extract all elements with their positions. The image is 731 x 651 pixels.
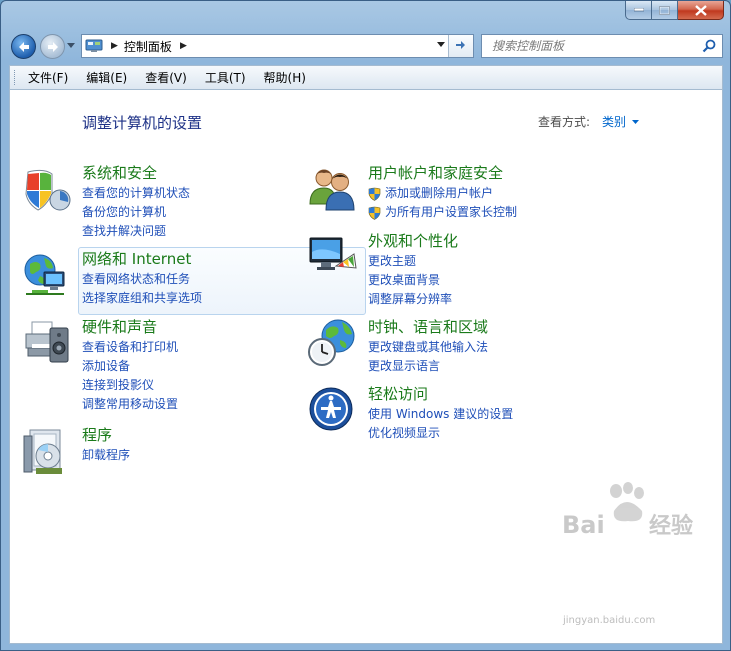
maximize-button[interactable] xyxy=(652,1,678,20)
link-view-network-status[interactable]: 查看网络状态和任务 xyxy=(82,270,202,289)
category-ease-of-access: 轻松访问 使用 Windows 建议的设置 优化视频显示 xyxy=(306,383,636,443)
category-clock-language-region: 时钟、语言和区域 更改键盘或其他输入法 更改显示语言 xyxy=(306,316,636,378)
link-parental-controls[interactable]: 为所有用户设置家长控制 xyxy=(368,203,517,222)
link-change-display-language[interactable]: 更改显示语言 xyxy=(368,357,488,376)
breadcrumb-separator-icon[interactable]: ▶ xyxy=(180,41,187,51)
link-add-remove-accounts-label: 添加或删除用户帐户 xyxy=(385,186,494,200)
link-screen-resolution[interactable]: 调整屏幕分辨率 xyxy=(368,290,452,309)
programs-icon[interactable] xyxy=(22,426,72,476)
menu-bar: 文件(F) 编辑(E) 查看(V) 工具(T) 帮助(H) xyxy=(9,65,723,90)
maximize-icon xyxy=(659,5,670,15)
address-dropdown-icon[interactable] xyxy=(437,42,445,47)
category-user-accounts: 用户帐户和家庭安全 添加或删除用户帐户 为所有用户设置家长控制 xyxy=(306,162,636,224)
search-icon[interactable] xyxy=(702,39,716,53)
forward-button[interactable] xyxy=(40,34,65,59)
category-network-internet-content: 网络和 Internet 查看网络状态和任务 选择家庭组和共享选项 xyxy=(20,248,300,314)
category-appearance: 外观和个性化 更改主题 更改桌面背景 调整屏幕分辨率 xyxy=(306,230,636,308)
view-by-label: 查看方式: xyxy=(538,115,591,129)
link-homegroup-sharing[interactable]: 选择家庭组和共享选项 xyxy=(82,289,202,308)
link-view-computer-status[interactable]: 查看您的计算机状态 xyxy=(82,184,190,203)
baidu-watermark-logo: Bai 经验 xyxy=(562,482,693,539)
minimize-icon xyxy=(633,8,644,12)
link-change-keyboard[interactable]: 更改键盘或其他输入法 xyxy=(368,338,488,357)
link-mobility-settings[interactable]: 调整常用移动设置 xyxy=(82,395,178,414)
page-title: 调整计算机的设置 xyxy=(82,114,203,132)
close-button[interactable] xyxy=(678,1,724,20)
link-optimize-display[interactable]: 优化视频显示 xyxy=(368,424,513,443)
ease-of-access-icon[interactable] xyxy=(308,385,358,435)
category-title-programs[interactable]: 程序 xyxy=(82,424,112,445)
menu-help[interactable]: 帮助(H) xyxy=(256,69,314,86)
clock-globe-icon[interactable] xyxy=(308,318,358,368)
link-change-theme[interactable]: 更改主题 xyxy=(368,252,452,271)
refresh-button[interactable] xyxy=(448,35,473,57)
minimize-button[interactable] xyxy=(625,1,652,20)
link-uninstall-program[interactable]: 卸载程序 xyxy=(82,446,130,465)
control-panel-icon xyxy=(85,39,103,52)
category-title-clock-language[interactable]: 时钟、语言和区域 xyxy=(368,316,488,337)
watermark-url: jingyan.baidu.com xyxy=(563,615,656,626)
menu-view[interactable]: 查看(V) xyxy=(137,69,195,86)
category-programs: 程序 卸载程序 xyxy=(20,424,300,484)
link-connect-projector[interactable]: 连接到投影仪 xyxy=(82,376,178,395)
category-title-user-accounts[interactable]: 用户帐户和家庭安全 xyxy=(368,162,503,183)
category-hardware-sound: 硬件和声音 查看设备和打印机 添加设备 连接到投影仪 调整常用移动设置 xyxy=(20,316,300,412)
close-icon xyxy=(694,4,707,16)
printer-icon[interactable] xyxy=(22,318,72,368)
control-panel-window: ▶ 控制面板 ▶ 文件(F) 编辑(E) 查看(V) 工具(T) 帮助(H xyxy=(0,0,731,651)
menu-file[interactable]: 文件(F) xyxy=(20,69,76,86)
search-box[interactable] xyxy=(481,34,723,58)
back-arrow-icon xyxy=(19,42,29,52)
uac-shield-icon xyxy=(368,187,381,201)
globe-network-icon[interactable] xyxy=(22,250,72,300)
back-button[interactable] xyxy=(11,34,36,59)
menu-edit[interactable]: 编辑(E) xyxy=(78,69,135,86)
navigation-bar: ▶ 控制面板 ▶ xyxy=(9,31,723,61)
category-title-appearance[interactable]: 外观和个性化 xyxy=(368,230,458,251)
chevron-down-icon xyxy=(632,119,640,124)
category-title-ease-of-access[interactable]: 轻松访问 xyxy=(368,383,428,404)
address-bar[interactable]: ▶ 控制面板 ▶ xyxy=(81,34,474,58)
view-by-dropdown[interactable]: 类别 xyxy=(602,113,640,130)
monitor-palette-icon[interactable] xyxy=(308,232,358,282)
history-dropdown-icon[interactable] xyxy=(67,43,75,48)
category-title-network-internet[interactable]: 网络和 Internet xyxy=(82,248,191,269)
svg-text:Bai: Bai xyxy=(562,511,605,539)
svg-text:经验: 经验 xyxy=(649,513,693,539)
search-input[interactable] xyxy=(490,38,694,54)
link-add-remove-accounts[interactable]: 添加或删除用户帐户 xyxy=(368,184,517,203)
link-backup-computer[interactable]: 备份您的计算机 xyxy=(82,203,190,222)
caption-buttons xyxy=(625,1,724,21)
shield-icon[interactable] xyxy=(22,164,72,214)
breadcrumb-control-panel[interactable]: 控制面板 xyxy=(124,38,172,55)
category-title-hardware-sound[interactable]: 硬件和声音 xyxy=(82,316,157,337)
refresh-icon xyxy=(456,41,465,49)
menu-grip xyxy=(14,70,18,85)
menu-tools[interactable]: 工具(T) xyxy=(197,69,254,86)
breadcrumb-separator-icon: ▶ xyxy=(111,41,118,51)
users-icon[interactable] xyxy=(308,164,358,214)
forward-arrow-icon xyxy=(48,42,58,52)
content-pane: 调整计算机的设置 查看方式: 类别 系统和安全 查看您的计算机状态 备份您的计算… xyxy=(9,90,723,644)
link-change-background[interactable]: 更改桌面背景 xyxy=(368,271,452,290)
category-title-system-security[interactable]: 系统和安全 xyxy=(82,162,157,183)
link-devices-printers[interactable]: 查看设备和打印机 xyxy=(82,338,178,357)
link-windows-recommended-settings[interactable]: 使用 Windows 建议的设置 xyxy=(368,405,513,424)
view-by-value: 类别 xyxy=(602,115,627,129)
link-troubleshoot[interactable]: 查找并解决问题 xyxy=(82,222,190,241)
uac-shield-icon xyxy=(368,206,381,220)
link-parental-controls-label: 为所有用户设置家长控制 xyxy=(385,205,518,219)
link-add-device[interactable]: 添加设备 xyxy=(82,357,178,376)
category-system-security: 系统和安全 查看您的计算机状态 备份您的计算机 查找并解决问题 xyxy=(20,162,300,242)
